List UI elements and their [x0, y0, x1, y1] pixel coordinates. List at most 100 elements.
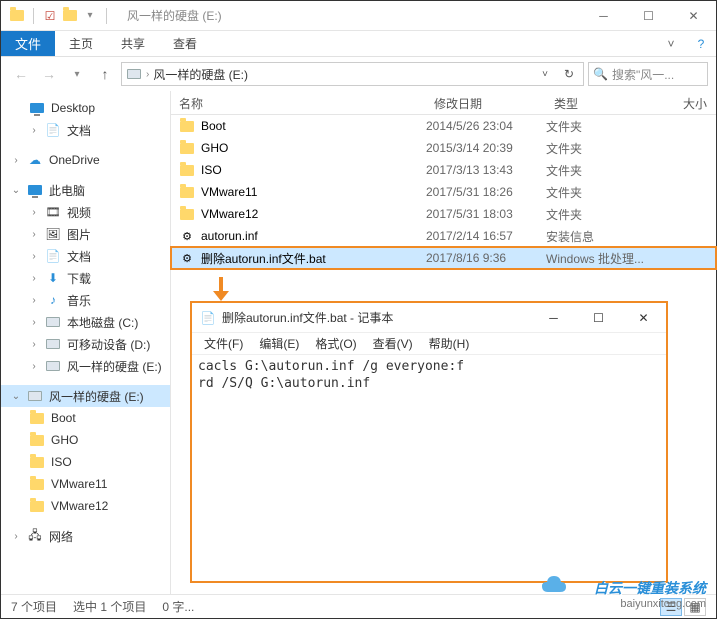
- ribbon-expand-icon[interactable]: ˅: [656, 31, 686, 56]
- column-headers[interactable]: 名称 修改日期 类型 大小: [171, 91, 716, 115]
- nav-history-dropdown[interactable]: ▾: [65, 62, 89, 86]
- tree-vmware11[interactable]: VMware11: [1, 473, 170, 495]
- maximize-button[interactable]: ☐: [626, 1, 671, 31]
- window-title: 风一样的硬盘 (E:): [127, 7, 222, 24]
- column-type[interactable]: 类型: [546, 91, 666, 114]
- notepad-maximize-button[interactable]: ☐: [576, 303, 621, 333]
- column-size[interactable]: 大小: [666, 91, 716, 114]
- tree-thispc[interactable]: ⌄此电脑: [1, 179, 170, 201]
- file-name: autorun.inf: [201, 229, 258, 243]
- file-row[interactable]: VMware112017/5/31 18:26文件夹: [171, 181, 716, 203]
- file-row[interactable]: ⚙autorun.inf2017/2/14 16:57安装信息: [171, 225, 716, 247]
- tree-boot[interactable]: Boot: [1, 407, 170, 429]
- file-row[interactable]: Boot2014/5/26 23:04文件夹: [171, 115, 716, 137]
- tab-file[interactable]: 文件: [1, 31, 55, 56]
- file-type-icon: [179, 162, 195, 178]
- tree-removable-d[interactable]: ›可移动设备 (D:): [1, 333, 170, 355]
- minimize-button[interactable]: ─: [581, 1, 626, 31]
- tab-share[interactable]: 共享: [107, 31, 159, 56]
- close-button[interactable]: ✕: [671, 1, 716, 31]
- notepad-minimize-button[interactable]: ─: [531, 303, 576, 333]
- search-placeholder: 搜索"风一...: [612, 66, 674, 83]
- tree-drive-e[interactable]: ›风一样的硬盘 (E:): [1, 355, 170, 377]
- tree-videos[interactable]: ›🎞视频: [1, 201, 170, 223]
- status-bar: 7 个项目 选中 1 个项目 0 字... ☰ ▦: [1, 594, 716, 618]
- tree-downloads[interactable]: ›⬇下载: [1, 267, 170, 289]
- properties-icon[interactable]: ☑: [42, 8, 58, 24]
- download-icon: ⬇: [45, 270, 61, 286]
- notepad-menu-view[interactable]: 查看(V): [365, 333, 421, 354]
- drive-icon: [27, 388, 43, 404]
- tree-desktop[interactable]: Desktop: [1, 97, 170, 119]
- view-icons-button[interactable]: ▦: [684, 598, 706, 616]
- drive-icon: [45, 314, 61, 330]
- tree-documents2[interactable]: ›📄文档: [1, 245, 170, 267]
- tree-documents[interactable]: ›📄文档: [1, 119, 170, 141]
- tab-home[interactable]: 主页: [55, 31, 107, 56]
- nav-up-button[interactable]: ↑: [93, 62, 117, 86]
- qat-dropdown-icon[interactable]: ▾: [82, 8, 98, 24]
- notepad-menu-file[interactable]: 文件(F): [196, 333, 251, 354]
- file-row[interactable]: ⚙删除autorun.inf文件.bat2017/8/16 9:36Window…: [171, 247, 716, 269]
- file-date: 2017/3/13 13:43: [426, 163, 546, 177]
- folder-icon: [29, 476, 45, 492]
- file-type: 文件夹: [546, 162, 666, 179]
- tree-onedrive[interactable]: ›☁OneDrive: [1, 149, 170, 171]
- file-type: Windows 批处理...: [546, 250, 666, 267]
- file-type-icon: ⚙: [179, 228, 195, 244]
- address-bar[interactable]: › 风一样的硬盘 (E:) ˅ ↻: [121, 62, 584, 86]
- view-details-button[interactable]: ☰: [660, 598, 682, 616]
- help-icon[interactable]: ?: [686, 31, 716, 56]
- navigation-tree[interactable]: Desktop ›📄文档 ›☁OneDrive ⌄此电脑 ›🎞视频 ›🖼图片 ›…: [1, 91, 171, 594]
- address-toolbar: ← → ▾ ↑ › 风一样的硬盘 (E:) ˅ ↻ 🔍 搜索"风一...: [1, 57, 716, 91]
- file-type-icon: [179, 118, 195, 134]
- tree-local-c[interactable]: ›本地磁盘 (C:): [1, 311, 170, 333]
- file-date: 2014/5/26 23:04: [426, 119, 546, 133]
- folder-icon: [29, 432, 45, 448]
- document-icon: 📄: [45, 248, 61, 264]
- notepad-menu-format[interactable]: 格式(O): [307, 333, 364, 354]
- file-date: 2017/8/16 9:36: [426, 251, 546, 265]
- thispc-icon: [27, 182, 43, 198]
- refresh-icon[interactable]: ↻: [559, 64, 579, 84]
- notepad-textarea[interactable]: cacls G:\autorun.inf /g everyone:f rd /S…: [192, 355, 666, 581]
- notepad-menu-edit[interactable]: 编辑(E): [251, 333, 307, 354]
- status-size: 0 字...: [162, 598, 194, 615]
- nav-forward-button[interactable]: →: [37, 62, 61, 86]
- tree-iso[interactable]: ISO: [1, 451, 170, 473]
- tree-vmware12[interactable]: VMware12: [1, 495, 170, 517]
- nav-back-button[interactable]: ←: [9, 62, 33, 86]
- tab-view[interactable]: 查看: [159, 31, 211, 56]
- tree-music[interactable]: ›♪音乐: [1, 289, 170, 311]
- search-input[interactable]: 🔍 搜索"风一...: [588, 62, 708, 86]
- notepad-titlebar[interactable]: 📄 删除autorun.inf文件.bat - 记事本 ─ ☐ ✕: [192, 303, 666, 333]
- file-type: 文件夹: [546, 118, 666, 135]
- notepad-title: 删除autorun.inf文件.bat - 记事本: [222, 309, 393, 326]
- tree-drive-e-root[interactable]: ⌄风一样的硬盘 (E:): [1, 385, 170, 407]
- file-type: 文件夹: [546, 140, 666, 157]
- new-folder-icon[interactable]: [62, 8, 78, 24]
- folder-icon: [29, 454, 45, 470]
- notepad-close-button[interactable]: ✕: [621, 303, 666, 333]
- address-dropdown-icon[interactable]: ˅: [535, 64, 555, 84]
- column-date[interactable]: 修改日期: [426, 91, 546, 114]
- file-type-icon: ⚙: [179, 250, 195, 266]
- tree-gho[interactable]: GHO: [1, 429, 170, 451]
- pictures-icon: 🖼: [45, 226, 61, 242]
- folder-icon: [9, 8, 25, 24]
- file-row[interactable]: VMware122017/5/31 18:03文件夹: [171, 203, 716, 225]
- file-row[interactable]: ISO2017/3/13 13:43文件夹: [171, 159, 716, 181]
- column-name[interactable]: 名称: [171, 91, 426, 114]
- status-selection: 选中 1 个项目: [73, 598, 146, 615]
- file-type: 文件夹: [546, 206, 666, 223]
- file-row[interactable]: GHO2015/3/14 20:39文件夹: [171, 137, 716, 159]
- file-date: 2017/5/31 18:26: [426, 185, 546, 199]
- tree-pictures[interactable]: ›🖼图片: [1, 223, 170, 245]
- window-titlebar: ☑ ▾ 风一样的硬盘 (E:) ─ ☐ ✕: [1, 1, 716, 31]
- tree-network[interactable]: ›🖧网络: [1, 525, 170, 547]
- notepad-menubar: 文件(F) 编辑(E) 格式(O) 查看(V) 帮助(H): [192, 333, 666, 355]
- music-icon: ♪: [45, 292, 61, 308]
- notepad-menu-help[interactable]: 帮助(H): [421, 333, 478, 354]
- onedrive-icon: ☁: [27, 152, 43, 168]
- drive-icon: [126, 66, 142, 82]
